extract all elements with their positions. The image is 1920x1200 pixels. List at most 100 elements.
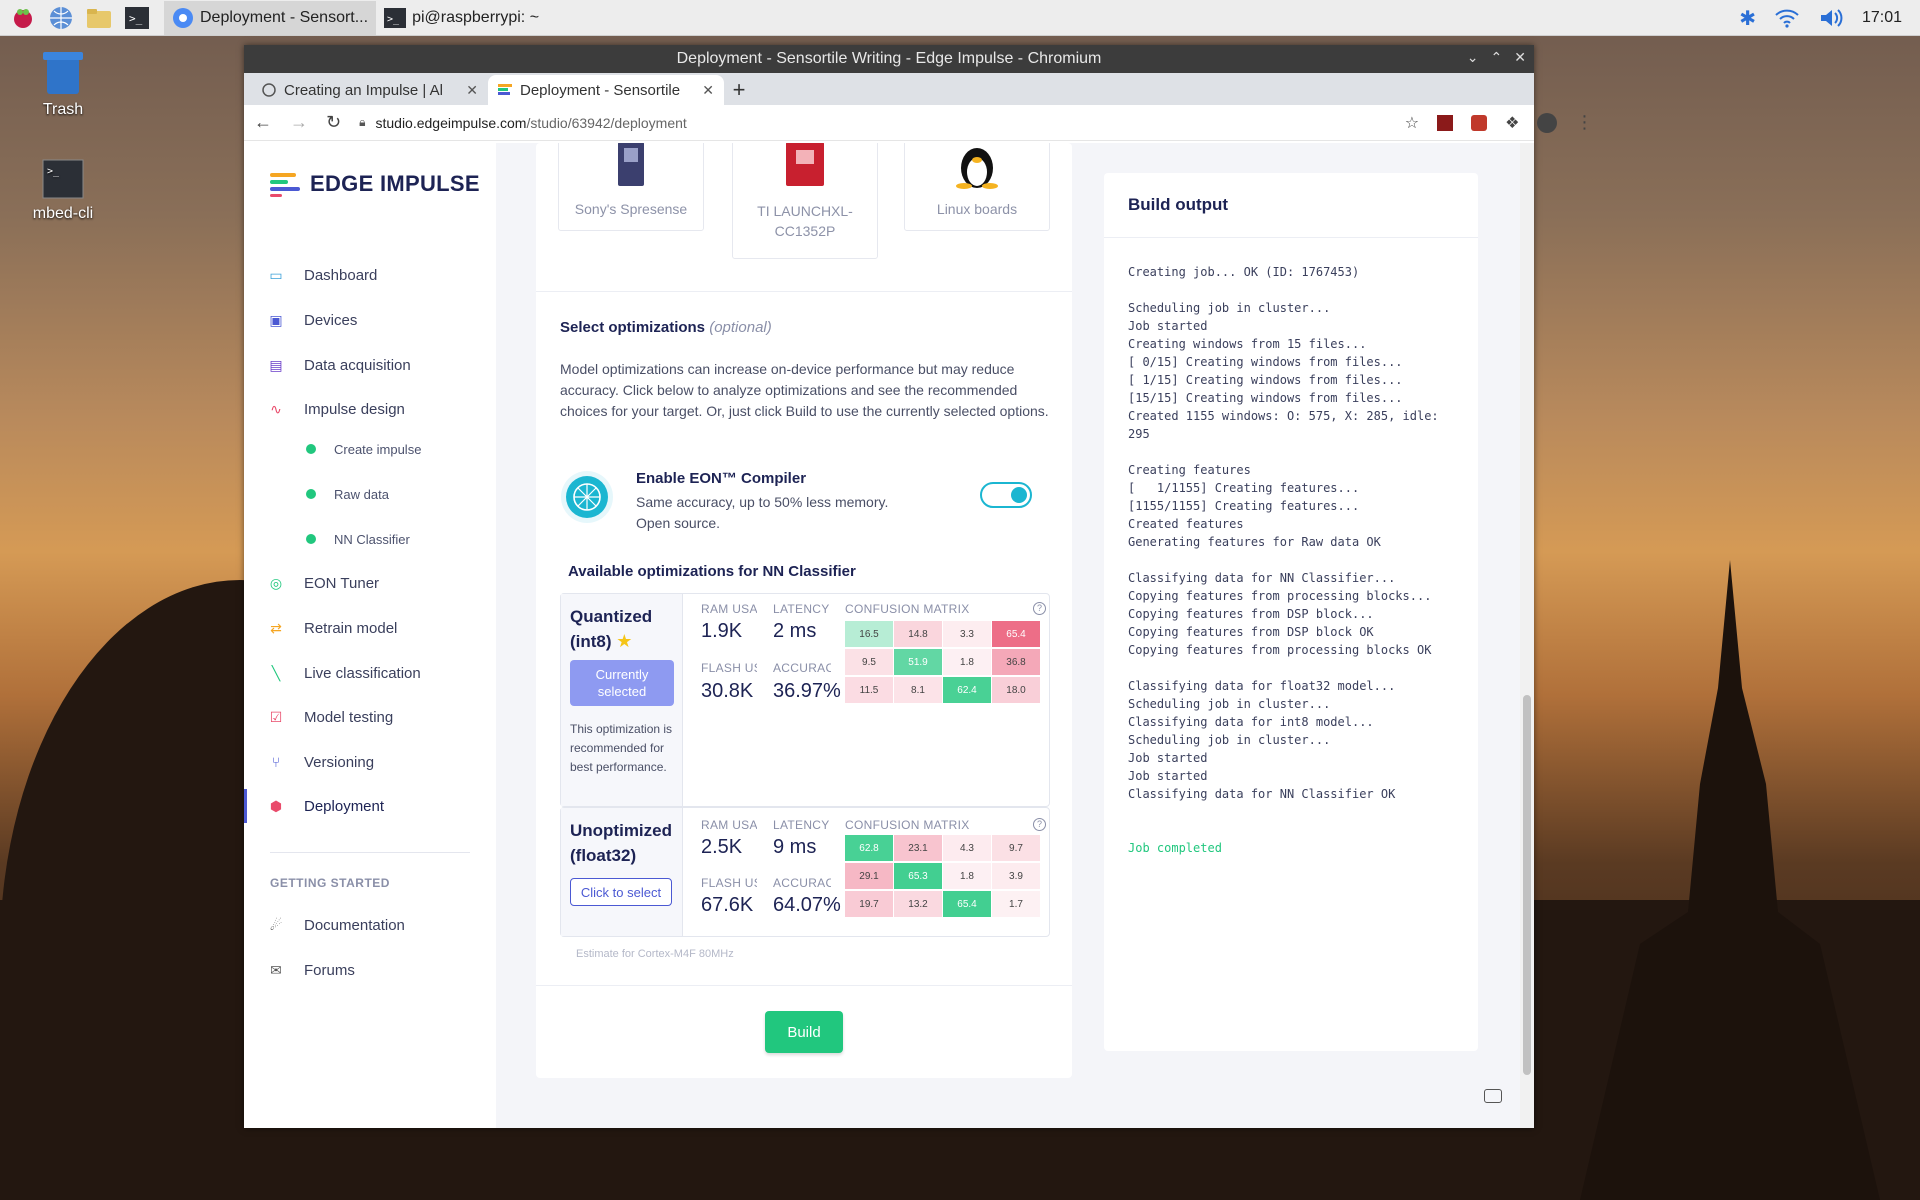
sidebar-item-versioning[interactable]: ⑂ Versioning bbox=[268, 746, 488, 778]
tab-creating-impulse[interactable]: Creating an Impulse | Al ✕ bbox=[252, 75, 488, 105]
build-log-line bbox=[1128, 443, 1468, 461]
bluetooth-icon[interactable]: ✱ bbox=[1739, 6, 1756, 31]
help-icon[interactable]: ? bbox=[1033, 818, 1046, 831]
flash-label: FLASH USAGE bbox=[701, 661, 757, 675]
desktop-mbed-cli[interactable]: >_ mbed-cli bbox=[18, 158, 108, 223]
scrollbar-thumb[interactable] bbox=[1523, 695, 1531, 1075]
globe-icon[interactable] bbox=[46, 3, 76, 33]
tab-deployment[interactable]: Deployment - Sensortile ✕ bbox=[488, 75, 724, 105]
sidebar-section-heading: GETTING STARTED bbox=[270, 876, 390, 890]
sidebar-item-label: Dashboard bbox=[304, 266, 378, 284]
confusion-matrix-cell: 36.8 bbox=[992, 649, 1040, 675]
lock-icon: 🔒︎ bbox=[359, 115, 366, 129]
build-log-line: [ 1/15] Creating windows from files... bbox=[1128, 373, 1403, 387]
build-log-line: Job started bbox=[1128, 751, 1208, 765]
optimization-option-unoptimized[interactable]: Unoptimized (float32) Click to select RA… bbox=[560, 807, 1050, 937]
sidebar-item-dashboard[interactable]: ▭ Dashboard bbox=[268, 259, 488, 291]
address-bar[interactable]: 🔒︎ studio.edgeimpulse.com/studio/63942/d… bbox=[359, 109, 1419, 137]
reload-icon[interactable]: ↻ bbox=[326, 112, 341, 133]
build-log-line bbox=[1128, 551, 1468, 569]
feedback-icon[interactable] bbox=[1484, 1089, 1502, 1103]
latency-value: 9 ms bbox=[773, 836, 817, 858]
puzzle-icon[interactable]: ❖ bbox=[1505, 113, 1519, 133]
confusion-matrix: 62.8 23.1 4.3 9.7 29.1 65.3 1.8 3.9 19.7 13.2 65.4… bbox=[845, 835, 1041, 919]
volume-icon[interactable] bbox=[1818, 7, 1844, 29]
build-log-line: [ 0/15] Creating windows from files... bbox=[1128, 355, 1403, 369]
build-button[interactable]: Build bbox=[765, 1011, 843, 1053]
terminal-icon[interactable]: >_ bbox=[122, 3, 152, 33]
profile-icon[interactable] bbox=[1537, 112, 1558, 133]
menu-icon[interactable]: ⋮ bbox=[1575, 112, 1593, 133]
accuracy-label: ACCURACY bbox=[773, 661, 831, 675]
sidebar-item-retrain-model[interactable]: ⇄ Retrain model bbox=[268, 612, 488, 644]
build-log-line: [ 1/1155] Creating features... bbox=[1128, 481, 1360, 495]
close-icon[interactable]: ✕ bbox=[466, 82, 478, 99]
option-header: Unoptimized (float32) Click to select bbox=[561, 808, 683, 936]
build-log-line: Copying features from processing blocks.… bbox=[1128, 589, 1432, 603]
sidebar-item-label: Retrain model bbox=[304, 619, 398, 637]
tab-label: Deployment - Sensortile bbox=[520, 81, 681, 99]
option-header: Quantized (int8) ★ Currently selected Th… bbox=[561, 594, 683, 806]
optimizations-description: Model optimizations can increase on-devi… bbox=[560, 361, 1049, 419]
new-tab-button[interactable]: + bbox=[724, 75, 754, 105]
svg-text:>_: >_ bbox=[129, 12, 143, 25]
sidebar-item-deployment[interactable]: ⬢ Deployment bbox=[268, 790, 488, 822]
desktop-trash[interactable]: Trash bbox=[18, 46, 108, 119]
sidebar-subitem-create-impulse[interactable]: Create impulse bbox=[306, 434, 421, 464]
sidebar-subitem-raw-data[interactable]: Raw data bbox=[306, 479, 389, 509]
sidebar-item-impulse-design[interactable]: ∿ Impulse design bbox=[268, 393, 488, 425]
sidebar-item-data-acquisition[interactable]: ▤ Data acquisition bbox=[268, 349, 488, 381]
confusion-matrix-cell: 65.4 bbox=[992, 621, 1040, 647]
extension-icon[interactable] bbox=[1437, 114, 1454, 131]
page-scrollbar[interactable] bbox=[1520, 143, 1534, 1128]
sidebar-item-model-testing[interactable]: ☑ Model testing bbox=[268, 701, 488, 733]
click-to-select-button[interactable]: Click to select bbox=[570, 878, 672, 906]
confusion-matrix-cell: 23.1 bbox=[894, 835, 942, 861]
task-terminal[interactable]: >_ pi@raspberrypi: ~ bbox=[376, 1, 547, 35]
close-icon[interactable]: ✕ bbox=[1514, 49, 1526, 66]
monitor-icon: ▭ bbox=[269, 266, 283, 283]
sidebar: EDGE IMPULSE ▭ Dashboard ▣ Devices ▤ Data a… bbox=[244, 143, 496, 1128]
back-icon[interactable]: ← bbox=[254, 112, 272, 133]
build-log: Creating job... OK (ID: 1767453) Scheduli… bbox=[1128, 263, 1468, 857]
optional-label: (optional) bbox=[709, 319, 772, 336]
build-log-line: Creating features bbox=[1128, 463, 1251, 477]
maximize-icon[interactable]: ⌃ bbox=[1491, 49, 1503, 66]
confusion-matrix-cell: 4.3 bbox=[943, 835, 991, 861]
sidebar-item-forums[interactable]: ✉ Forums bbox=[268, 954, 488, 986]
minimize-icon[interactable]: ⌄ bbox=[1467, 49, 1479, 66]
forward-icon[interactable]: → bbox=[290, 112, 308, 133]
sidebar-subitem-label: Raw data bbox=[334, 486, 389, 502]
build-log-line: Generating features for Raw data OK bbox=[1128, 535, 1381, 549]
folder-icon[interactable] bbox=[84, 3, 114, 33]
window-titlebar[interactable]: Deployment - Sensortile Writing - Edge I… bbox=[244, 45, 1534, 73]
sidebar-item-devices[interactable]: ▣ Devices bbox=[268, 304, 488, 336]
task-chromium[interactable]: Deployment - Sensort... bbox=[164, 0, 377, 35]
sidebar-item-documentation[interactable]: ☄ Documentation bbox=[268, 909, 488, 941]
help-icon[interactable]: ? bbox=[1033, 602, 1046, 615]
sidebar-item-live-classification[interactable]: ╲ Live classification bbox=[268, 657, 488, 689]
accuracy-value: 36.97% bbox=[773, 680, 841, 702]
build-log-line: [15/15] Creating windows from files... bbox=[1128, 391, 1403, 405]
close-icon[interactable]: ✕ bbox=[702, 82, 714, 99]
edge-impulse-logo[interactable]: EDGE IMPULSE bbox=[270, 171, 480, 197]
branch-icon: ⑂ bbox=[271, 754, 281, 770]
status-dot-icon bbox=[306, 444, 316, 454]
sidebar-subitem-nn-classifier[interactable]: NN Classifier bbox=[306, 524, 410, 554]
star-icon[interactable]: ☆ bbox=[1405, 113, 1419, 133]
raspberry-menu-icon[interactable] bbox=[8, 3, 38, 33]
wifi-icon[interactable] bbox=[1774, 7, 1800, 29]
browser-toolbar: ← → ↻ 🔒︎ studio.edgeimpulse.com/studio/6… bbox=[244, 105, 1593, 141]
eon-toggle[interactable] bbox=[980, 482, 1032, 508]
board-option[interactable]: Sony's Spresense bbox=[558, 143, 704, 231]
sidebar-item-eon-tuner[interactable]: ◎ EON Tuner bbox=[268, 567, 488, 599]
currently-selected-button[interactable]: Currently selected bbox=[570, 660, 674, 706]
board-option[interactable]: TI LAUNCHXL-CC1352P bbox=[732, 143, 878, 259]
board-option[interactable]: Linux boards bbox=[904, 143, 1050, 231]
optimization-option-quantized[interactable]: Quantized (int8) ★ Currently selected Th… bbox=[560, 593, 1050, 807]
eon-title: Enable EON™ Compiler bbox=[636, 470, 807, 487]
shield-extension-icon[interactable] bbox=[1471, 114, 1488, 131]
confusion-matrix: 16.5 14.8 3.3 65.4 9.5 51.9 1.8 36.8 11.5 8.1 62.4… bbox=[845, 621, 1041, 705]
active-indicator bbox=[244, 789, 247, 823]
confusion-matrix-cell: 1.8 bbox=[943, 863, 991, 889]
